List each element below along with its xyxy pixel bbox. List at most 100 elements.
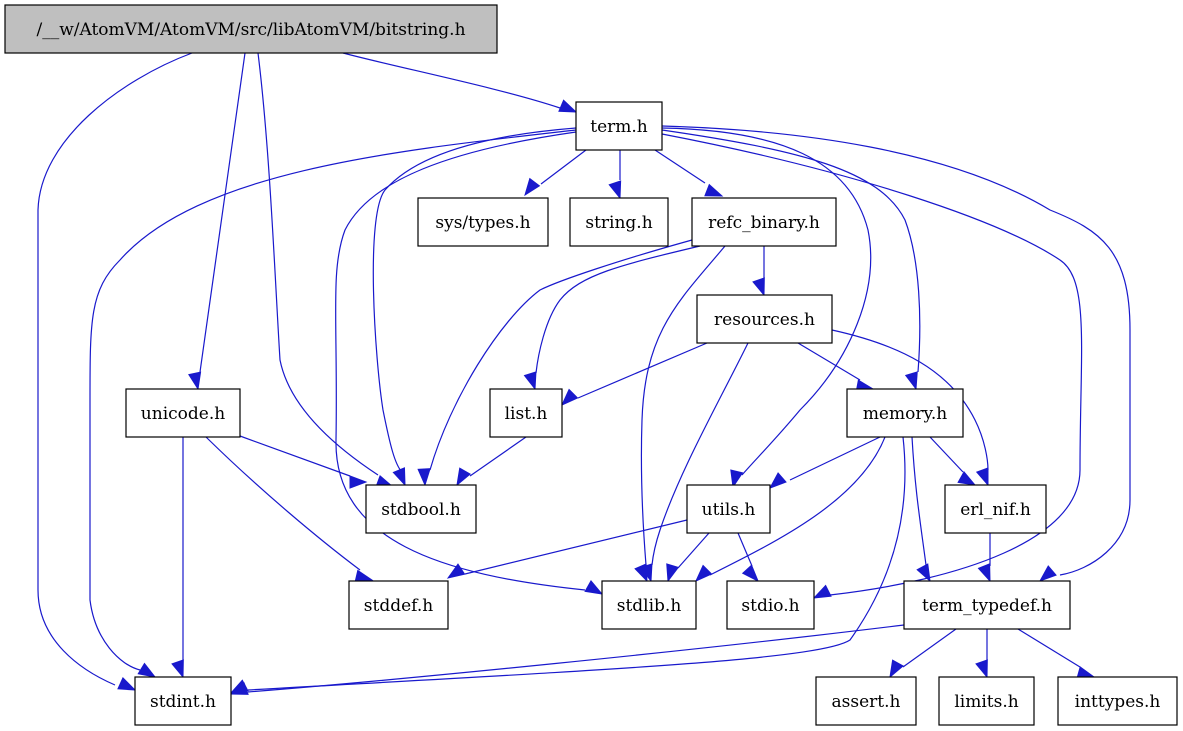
arrowhead-icon xyxy=(137,662,157,678)
edge-line xyxy=(37,52,193,686)
node-label: term_typedef.h xyxy=(922,596,1052,616)
node-list[interactable]: list.h xyxy=(489,388,563,438)
edge-line xyxy=(737,532,753,567)
node-stdlib[interactable]: stdlib.h xyxy=(601,580,697,630)
node-label: list.h xyxy=(505,404,548,424)
arrowhead-icon xyxy=(957,471,977,486)
edge-term-to-string xyxy=(608,150,622,200)
arrowhead-icon xyxy=(446,563,466,579)
arrowhead-icon xyxy=(584,580,604,595)
node-label: erl_nif.h xyxy=(960,500,1031,520)
edge-line xyxy=(464,519,688,575)
node-inttypes[interactable]: inttypes.h xyxy=(1057,676,1178,726)
node-label: stdlib.h xyxy=(617,596,682,616)
edge-unicode-to-stdint xyxy=(171,437,184,679)
arrowhead-icon xyxy=(741,564,759,583)
arrowhead-icon xyxy=(392,467,406,487)
arrowhead-icon xyxy=(560,388,579,407)
edge-line xyxy=(1017,628,1081,668)
arrowhead-icon xyxy=(117,677,137,691)
node-label: resources.h xyxy=(714,310,815,330)
arrowhead-icon xyxy=(666,563,680,583)
edge-refc_binary-to-stdbool xyxy=(417,239,693,487)
node-label: inttypes.h xyxy=(1075,692,1161,712)
edge-term_typedef-to-limits xyxy=(975,629,988,679)
arrowhead-icon xyxy=(977,563,991,583)
edge-line xyxy=(911,436,927,566)
arrowhead-icon xyxy=(524,177,541,197)
arrowhead-icon xyxy=(812,584,832,599)
arrowhead-icon xyxy=(171,659,184,679)
node-systypes[interactable]: sys/types.h xyxy=(417,197,549,247)
edge-bitstring-to-stdint xyxy=(37,52,193,691)
node-label: refc_binary.h xyxy=(708,213,820,233)
edge-line xyxy=(677,532,710,569)
edge-term_typedef-to-inttypes xyxy=(1017,628,1096,680)
arrowhead-icon xyxy=(349,475,368,489)
edge-bitstring-to-term xyxy=(342,52,578,113)
arrowhead-icon xyxy=(417,468,431,487)
arrowhead-icon xyxy=(916,563,931,583)
node-label: stdint.h xyxy=(150,692,216,712)
node-assert[interactable]: assert.h xyxy=(815,676,917,726)
edge-line xyxy=(902,628,957,668)
node-label: string.h xyxy=(585,213,652,233)
node-label: unicode.h xyxy=(141,404,225,424)
node-label: limits.h xyxy=(954,692,1018,712)
node-stddef[interactable]: stddef.h xyxy=(348,580,449,630)
arrowhead-icon xyxy=(752,277,765,297)
edge-unicode-to-stddef xyxy=(205,436,374,583)
arrowhead-icon xyxy=(188,371,202,391)
edge-memory-to-term_typedef xyxy=(911,436,931,583)
node-bitstring[interactable]: /__w/AtomVM/AtomVM/src/libAtomVM/bitstri… xyxy=(4,4,498,54)
edge-line xyxy=(540,149,587,185)
node-label: memory.h xyxy=(863,404,947,424)
include-dependency-graph: /__w/AtomVM/AtomVM/src/libAtomVM/bitstri… xyxy=(4,4,1178,726)
edge-term-to-memory xyxy=(661,129,921,391)
arrowhead-icon xyxy=(889,659,904,679)
node-stdint[interactable]: stdint.h xyxy=(134,676,232,726)
node-erl-nif[interactable]: erl_nif.h xyxy=(944,484,1047,534)
node-label: stdio.h xyxy=(741,596,799,616)
node-memory[interactable]: memory.h xyxy=(846,388,964,438)
edge-unicode-to-stdbool xyxy=(239,435,368,489)
node-string[interactable]: string.h xyxy=(569,197,669,247)
edge-line xyxy=(577,342,708,399)
edge-memory-to-utils xyxy=(768,436,881,489)
edge-line xyxy=(342,52,561,109)
node-stdbool[interactable]: stdbool.h xyxy=(365,484,477,534)
arrowhead-icon xyxy=(975,467,989,487)
edge-term-to-systypes xyxy=(524,149,587,197)
edge-line xyxy=(247,624,905,693)
edge-bitstring-to-unicode xyxy=(188,52,246,391)
node-refc-binary[interactable]: refc_binary.h xyxy=(691,197,837,247)
node-term[interactable]: term.h xyxy=(575,101,663,151)
edge-line xyxy=(797,342,861,381)
node-label: stdbool.h xyxy=(381,500,461,520)
arrowhead-icon xyxy=(1038,565,1057,582)
edge-resources-to-memory xyxy=(797,342,875,393)
edge-memory-to-erl_nif xyxy=(929,436,977,486)
edge-line xyxy=(929,436,964,473)
node-stdio[interactable]: stdio.h xyxy=(726,580,815,630)
edge-resources-to-stdlib xyxy=(639,342,749,583)
node-resources[interactable]: resources.h xyxy=(696,294,833,344)
edge-line xyxy=(535,245,701,374)
edge-term_typedef-to-stdint xyxy=(229,624,905,695)
edge-term_typedef-to-assert xyxy=(889,628,957,679)
edge-line xyxy=(257,52,379,476)
edge-list-to-stdbool xyxy=(456,436,527,487)
edge-erl_nif-to-term_typedef xyxy=(977,533,991,583)
arrowhead-icon xyxy=(523,371,537,391)
arrowhead-icon xyxy=(904,371,918,391)
edge-memory-to-stdint xyxy=(229,436,906,694)
node-unicode[interactable]: unicode.h xyxy=(125,388,241,438)
node-utils[interactable]: utils.h xyxy=(686,484,771,534)
node-limits[interactable]: limits.h xyxy=(938,676,1035,726)
node-term-typedef[interactable]: term_typedef.h xyxy=(903,580,1071,630)
edge-line xyxy=(654,149,706,184)
edge-utils-to-stdio xyxy=(737,532,759,583)
node-label: /__w/AtomVM/AtomVM/src/libAtomVM/bitstri… xyxy=(36,20,465,40)
arrowhead-icon xyxy=(608,180,622,200)
arrowhead-icon xyxy=(975,659,988,679)
